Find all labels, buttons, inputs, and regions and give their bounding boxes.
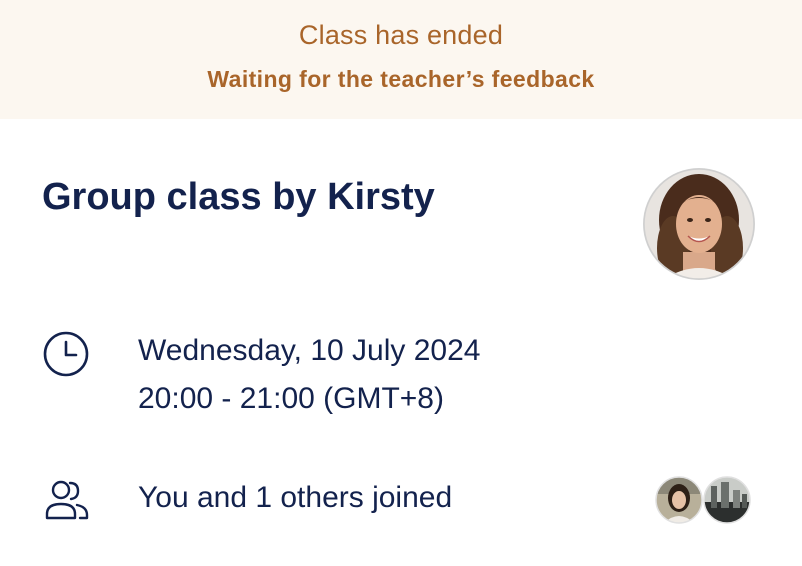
teacher-avatar[interactable]: [643, 168, 755, 280]
class-status-subtitle: Waiting for the teacher’s feedback: [207, 66, 595, 92]
class-time: 20:00 - 21:00 (GMT+8): [138, 382, 444, 415]
class-title: Group class by Kirsty: [42, 176, 435, 218]
teacher-avatar-photo: [643, 168, 755, 280]
participant-avatar-1[interactable]: [655, 476, 703, 524]
class-status-title: Class has ended: [298, 20, 504, 50]
class-status-banner: Class has ended Waiting for the teacher’…: [0, 0, 802, 119]
class-date: Wednesday, 10 July 2024: [138, 334, 481, 367]
participants-summary: You and 1 others joined: [138, 481, 453, 514]
clock-icon: [42, 330, 90, 378]
participant-avatar-2[interactable]: [703, 476, 751, 524]
users-icon: [44, 478, 90, 522]
